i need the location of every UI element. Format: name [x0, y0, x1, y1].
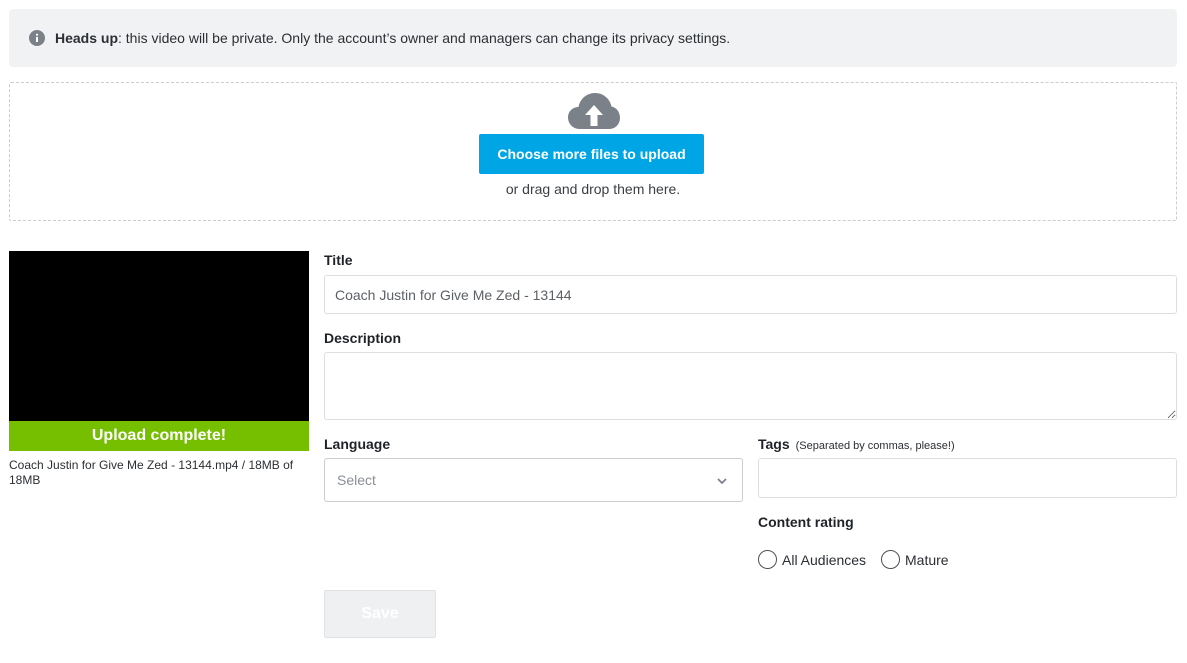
mature-radio[interactable]	[881, 550, 900, 569]
video-thumbnail	[9, 251, 309, 421]
description-label: Description	[324, 330, 402, 346]
upload-status-bar: Upload complete!	[9, 421, 309, 451]
tags-input[interactable]	[758, 458, 1177, 498]
title-input[interactable]	[324, 275, 1177, 314]
language-select[interactable]: Select	[324, 458, 743, 502]
notice-heading: Heads up	[55, 30, 119, 46]
language-select-value: Select	[337, 472, 376, 488]
mature-label: Mature	[905, 551, 949, 568]
description-textarea[interactable]	[324, 352, 1177, 420]
title-label: Title	[324, 252, 353, 268]
content-rating-label: Content rating	[758, 514, 854, 530]
tags-label: Tags (Separated by commas, please!)	[758, 436, 955, 452]
info-icon	[29, 30, 45, 46]
notice-text: : this video will be private. Only the a…	[118, 30, 731, 46]
privacy-notice: Heads up: this video will be private. On…	[9, 9, 1177, 67]
file-info: Coach Justin for Give Me Zed - 13144.mp4…	[9, 458, 294, 487]
choose-files-button[interactable]: Choose more files to upload	[479, 134, 704, 174]
upload-dropzone[interactable]: Choose more files to upload or drag and …	[9, 82, 1177, 221]
cloud-upload-icon	[568, 93, 620, 129]
drag-drop-hint: or drag and drop them here.	[505, 181, 681, 197]
all-audiences-label: All Audiences	[782, 551, 867, 568]
tags-label-text: Tags	[758, 436, 790, 452]
save-button[interactable]: Save	[324, 590, 436, 638]
language-label: Language	[324, 436, 391, 452]
chevron-down-icon	[717, 478, 727, 485]
tags-hint: (Separated by commas, please!)	[795, 440, 955, 452]
rating-option-all-audiences[interactable]: All Audiences	[758, 550, 866, 569]
all-audiences-radio[interactable]	[758, 550, 777, 569]
rating-option-mature[interactable]: Mature	[881, 550, 949, 569]
